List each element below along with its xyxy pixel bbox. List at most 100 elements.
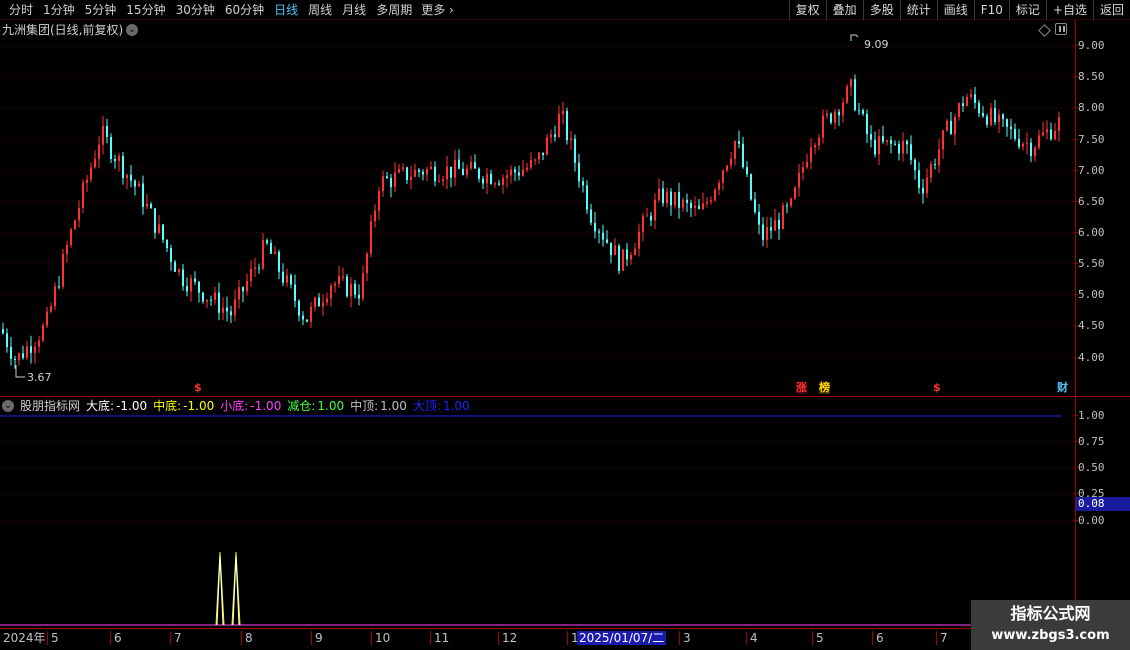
candle-body [570,138,572,141]
candle-body [594,222,596,232]
candle-body [882,136,884,142]
limit-up-marker[interactable]: 涨 [796,382,807,394]
back-button[interactable]: 返回 [1092,0,1130,20]
candle-body [42,325,44,341]
date-label: 9 [311,631,323,645]
adjust-button[interactable]: 复权 [788,0,826,20]
draw-line-button[interactable]: 画线 [936,0,974,20]
indicator-tick: 0.00 [1074,514,1130,527]
multi-stock-button[interactable]: 多股 [862,0,900,20]
candle-body [894,143,896,145]
candle-body [438,181,440,183]
candle-body [786,205,788,207]
candle-body [254,267,256,269]
candle-body [266,240,268,244]
candle-body [846,86,848,103]
candle-body [1054,130,1056,140]
candle-body [262,240,264,269]
toolbar: 分时 1分钟 5分钟 15分钟 30分钟 60分钟 日线 周线 月线 多周期 更… [0,0,1130,20]
candle-body [874,139,876,155]
candle-body [306,319,308,322]
candlestick-chart[interactable] [0,20,1075,396]
watermark-url: www.zbgs3.com [991,628,1110,643]
candle-body [746,167,748,175]
candle-body [938,149,940,165]
candle-body [942,130,944,150]
candle-body [710,200,712,202]
tab-daily[interactable]: 日线 [269,0,303,20]
stats-button[interactable]: 统计 [899,0,937,20]
candle-body [2,329,4,334]
candle-body [406,167,408,181]
low-price-label: 3.67 [27,371,52,384]
candle-body [6,333,8,348]
candle-body [462,168,464,175]
candle-body [614,245,616,256]
candle-body [242,287,244,292]
candle-body [566,110,568,141]
candle-body [922,187,924,194]
candle-body [90,167,92,180]
indicator-chart[interactable] [0,397,1075,629]
finance-marker[interactable]: 财 [1057,382,1068,394]
candle-body [50,306,52,312]
candle-body [610,242,612,256]
tab-15min[interactable]: 15分钟 [121,0,170,20]
f10-button[interactable]: F10 [973,0,1009,20]
tab-intraday[interactable]: 分时 [4,0,38,20]
candle-body [646,215,648,217]
candle-body [414,169,416,177]
candle-body [586,185,588,210]
tab-multi-period[interactable]: 多周期 [371,0,417,20]
candle-body [842,102,844,116]
candle-body [534,159,536,161]
tab-monthly[interactable]: 月线 [337,0,371,20]
candle-body [1034,147,1036,157]
candle-body [506,175,508,178]
tab-5min[interactable]: 5分钟 [80,0,122,20]
price-tick: 4.00 [1074,351,1130,364]
candle-body [154,208,156,233]
candle-body [514,169,516,173]
candle-body [602,232,604,240]
candle-body [410,176,412,181]
candle-body [122,155,124,179]
overlay-button[interactable]: 叠加 [825,0,863,20]
dollar-marker[interactable]: $ [933,382,941,394]
add-watchlist-button[interactable]: +自选 [1045,0,1093,20]
dollar-marker[interactable]: $ [194,382,202,394]
candle-body [238,287,240,300]
tab-30min[interactable]: 30分钟 [171,0,220,20]
candle-body [250,268,252,281]
mark-button[interactable]: 标记 [1008,0,1046,20]
candle-body [142,183,144,207]
candle-body [982,113,984,117]
candle-body [762,224,764,240]
candle-body [878,136,880,155]
candle-body [382,176,384,192]
period-tabs: 分时 1分钟 5分钟 15分钟 30分钟 60分钟 日线 周线 月线 多周期 更… [4,0,458,20]
candle-body [226,307,228,312]
date-label: 10 [371,631,390,645]
candle-body [370,221,372,254]
candle-body [678,192,680,208]
candle-body [234,299,236,316]
tab-weekly[interactable]: 周线 [303,0,337,20]
candle-body [642,216,644,232]
ranking-marker[interactable]: 榜 [819,382,830,394]
price-tick: 8.50 [1074,70,1130,83]
candle-body [870,134,872,140]
candle-body [1006,119,1008,127]
price-tick: 5.50 [1074,257,1130,270]
candle-body [486,173,488,184]
candle-body [750,174,752,200]
candle-body [730,158,732,166]
tab-1min[interactable]: 1分钟 [38,0,80,20]
candle-body [378,191,380,211]
date-label: 12 [498,631,517,645]
more-menu[interactable]: 更多 › [417,0,458,20]
candle-body [350,283,352,297]
tab-60min[interactable]: 60分钟 [220,0,269,20]
candle-body [270,243,272,254]
candle-body [734,141,736,159]
